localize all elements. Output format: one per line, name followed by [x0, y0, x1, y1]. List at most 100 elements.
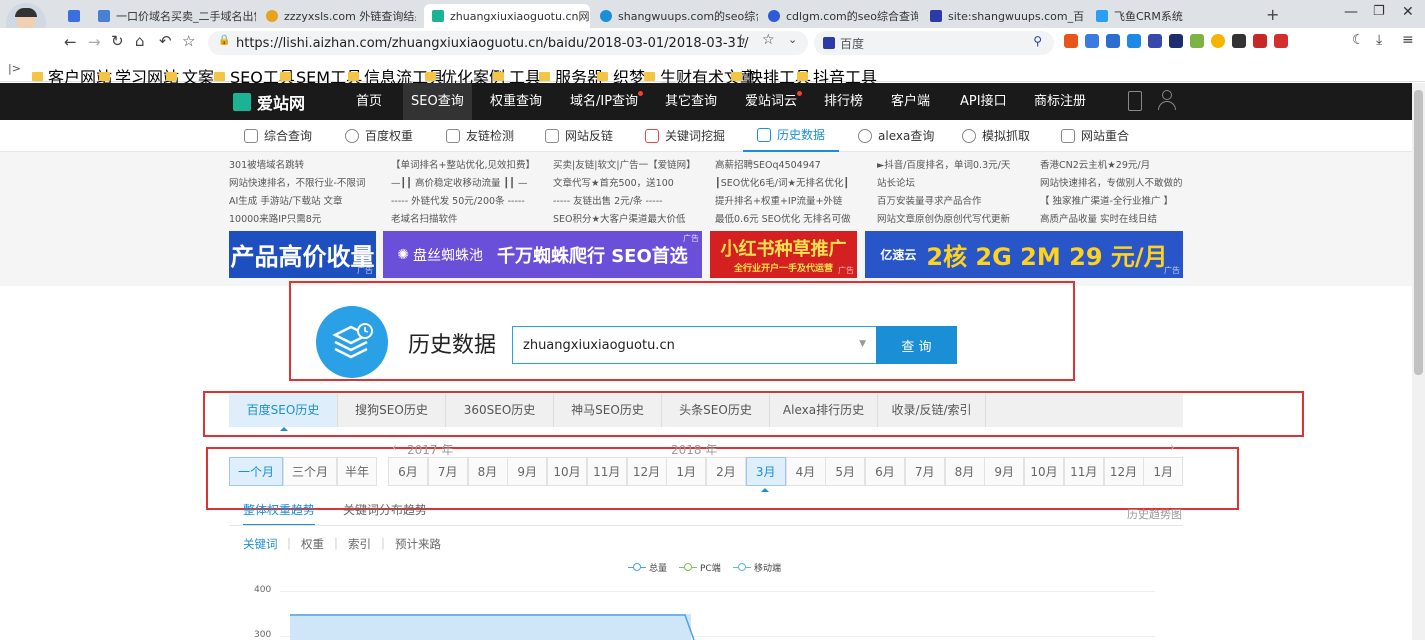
next-year-icon[interactable]: › [1170, 440, 1175, 454]
ad-link[interactable]: ►抖音/百度排名，单词0.3元/天 [877, 157, 1010, 175]
month-button[interactable]: 5月 [825, 457, 866, 486]
month-button[interactable]: 11月 [1063, 457, 1104, 486]
extension-icon[interactable] [1106, 34, 1120, 48]
metric-estimated-traffic[interactable]: 预计来路 [395, 536, 441, 552]
history-trend-chart-link[interactable]: 历史趋势图 [1127, 506, 1182, 522]
extension-icon[interactable] [1127, 34, 1141, 48]
extension-icon[interactable] [1169, 34, 1183, 48]
subnav-overview[interactable]: 综合查询 [244, 120, 312, 152]
moon-icon[interactable]: ☾ [1352, 32, 1365, 48]
search-engine-field[interactable]: 百度 ⚲ [814, 31, 1054, 55]
ad-banner-1[interactable]: ✺ 盘丝蜘蛛池 千万蜘蛛爬行 SEO首选 广告 [383, 231, 702, 278]
period-one-month[interactable]: 一个月 [229, 457, 283, 486]
restore-icon[interactable]: ❐ [1373, 4, 1385, 19]
extension-icon[interactable] [1274, 34, 1288, 48]
query-button[interactable]: 查 询 [876, 326, 957, 364]
ad-link[interactable]: SEO积分★大客户渠道最大价低 [553, 211, 696, 229]
tab-overall-weight-trend[interactable]: 整体权重趋势 [243, 501, 316, 526]
tab-pinned[interactable] [68, 4, 90, 28]
url-field[interactable]: 🔒 https://lishi.aizhan.com/zhuangxiuxiao… [208, 31, 808, 55]
subnav-backlinks[interactable]: 网站反链 [545, 120, 613, 152]
tab-index-backlinks[interactable]: 收录/反链/索引 [878, 394, 986, 427]
ad-banner-2[interactable]: 小红书种草推广 全行业开户一手及代运营 广告 [710, 231, 857, 278]
month-button[interactable]: 7月 [427, 457, 468, 486]
minimize-icon[interactable]: — [1344, 4, 1358, 20]
tab-1[interactable]: zzzyxsls.com 外链查询结果 - [266, 4, 416, 28]
subnav-crawl[interactable]: 模拟抓取 [962, 120, 1030, 152]
nav-trademark[interactable]: 商标注册 [1034, 83, 1086, 120]
month-button[interactable]: 9月 [507, 457, 548, 486]
dropdown-caret-icon[interactable]: ▼ [859, 339, 866, 349]
extension-icon[interactable] [1085, 34, 1099, 48]
subnav-friend-links[interactable]: 友链检测 [446, 120, 514, 152]
tab-360-seo[interactable]: 360SEO历史 [446, 394, 554, 427]
star-icon[interactable]: ☆ [182, 32, 195, 50]
month-button[interactable]: 6月 [388, 457, 428, 486]
extension-icon[interactable] [1148, 34, 1162, 48]
ad-link[interactable]: —┃┃ 高价稳定收移动流量 ┃┃ — [391, 175, 535, 193]
ad-banner-0[interactable]: 产品高价收量 广告 [229, 231, 376, 278]
lightning-icon[interactable]: ϟ [738, 33, 746, 47]
back-icon[interactable]: ← [64, 33, 77, 51]
ad-link[interactable]: AI生成 手游站/下载站 文章 [229, 193, 365, 211]
ad-link[interactable]: 香港CN2云主机★29元/月 [1040, 157, 1183, 175]
month-button[interactable]: 3月 [745, 457, 786, 486]
month-button[interactable]: 8月 [944, 457, 985, 486]
ad-link[interactable]: 买卖|友链|软文|广告一【爱链网】 [553, 157, 696, 175]
ad-link[interactable]: ----- 友链出售 2元/条 ----- [553, 193, 696, 211]
new-tab-icon[interactable]: + [1266, 5, 1279, 24]
reload-icon[interactable]: ↻ [111, 32, 124, 50]
ad-link[interactable]: 301被墙域名跳转 [229, 157, 365, 175]
nav-client[interactable]: 客户端 [891, 83, 930, 120]
nav-domain-ip-query[interactable]: 域名/IP查询 [570, 83, 644, 120]
home-icon[interactable]: ⌂ [135, 32, 145, 50]
extension-icon[interactable] [1211, 34, 1225, 48]
download-icon[interactable]: ⤓ [1376, 32, 1382, 48]
nav-rank[interactable]: 排行榜 [824, 83, 863, 120]
ad-link[interactable]: 高质产品收量 实时在线日结 [1040, 211, 1183, 229]
scrollbar-thumb[interactable] [1414, 90, 1423, 375]
menu-icon[interactable]: ≡ [1402, 32, 1414, 48]
month-button[interactable]: 11月 [586, 457, 627, 486]
mobile-icon[interactable] [1128, 91, 1142, 111]
user-icon[interactable] [1158, 90, 1176, 110]
ad-link[interactable]: ┃SEO优化6毛/词★无排名优化┃ [715, 175, 851, 193]
tab-shenma-seo[interactable]: 神马SEO历史 [554, 394, 662, 427]
tab-2-active[interactable]: zhuangxiuxiaoguotu.cn网✕ [424, 4, 590, 28]
month-button[interactable]: 4月 [785, 457, 826, 486]
subnav-alexa[interactable]: alexa查询 [858, 120, 934, 152]
nav-seo-query[interactable]: SEO查询 [403, 83, 472, 120]
metric-index[interactable]: 索引 [348, 536, 371, 552]
chevron-down-icon[interactable]: ⌄ [788, 33, 797, 46]
month-button[interactable]: 9月 [984, 457, 1025, 486]
nav-weight-query[interactable]: 权重查询 [490, 83, 542, 120]
ad-link[interactable]: 网站文章原创伪原创代写代更新 [877, 211, 1010, 229]
tab-keyword-distribution[interactable]: 关键词分布趋势 [343, 501, 427, 518]
ad-link[interactable]: 网站快速排名，专做别人不敢做的 [1040, 175, 1183, 193]
tab-toutiao-seo[interactable]: 头条SEO历史 [662, 394, 770, 427]
month-button[interactable]: 6月 [865, 457, 905, 486]
extension-icon[interactable] [1064, 34, 1078, 48]
month-button[interactable]: 2月 [706, 457, 746, 486]
nav-home[interactable]: 首页 [356, 83, 382, 120]
ad-link[interactable]: 站长论坛 [877, 175, 1010, 193]
tab-sogou-seo[interactable]: 搜狗SEO历史 [338, 394, 446, 427]
ad-link[interactable]: 【 独家推广渠道-全行业推广 】 [1040, 193, 1183, 211]
ad-link[interactable]: 百万安装量寻求产品合作 [877, 193, 1010, 211]
period-half-year[interactable]: 半年 [337, 457, 377, 486]
legend-pc[interactable]: PC端 [679, 561, 721, 574]
search-icon[interactable]: ⚲ [1033, 34, 1042, 48]
tab-0[interactable]: 一口价域名买卖_二手域名出售 - [98, 4, 256, 28]
month-button[interactable]: 10月 [547, 457, 587, 486]
extension-icon[interactable] [1190, 34, 1204, 48]
tab-baidu-seo[interactable]: 百度SEO历史 [229, 394, 338, 427]
metric-keywords[interactable]: 关键词 [243, 536, 278, 552]
legend-mobile[interactable]: 移动端 [733, 561, 781, 574]
extension-icon[interactable] [1253, 34, 1267, 48]
month-button[interactable]: 7月 [904, 457, 945, 486]
ad-link[interactable]: 【单词排名+整站优化,见效扣费】 [391, 157, 535, 175]
month-button[interactable]: 1月 [1143, 457, 1184, 486]
undo-icon[interactable]: ↶ [159, 32, 172, 50]
domain-input[interactable]: zhuangxiuxiaoguotu.cn ▼ [512, 326, 877, 364]
ad-banner-3[interactable]: 亿速云 2核 2G 2M 29 元/月 广告 [865, 231, 1183, 278]
